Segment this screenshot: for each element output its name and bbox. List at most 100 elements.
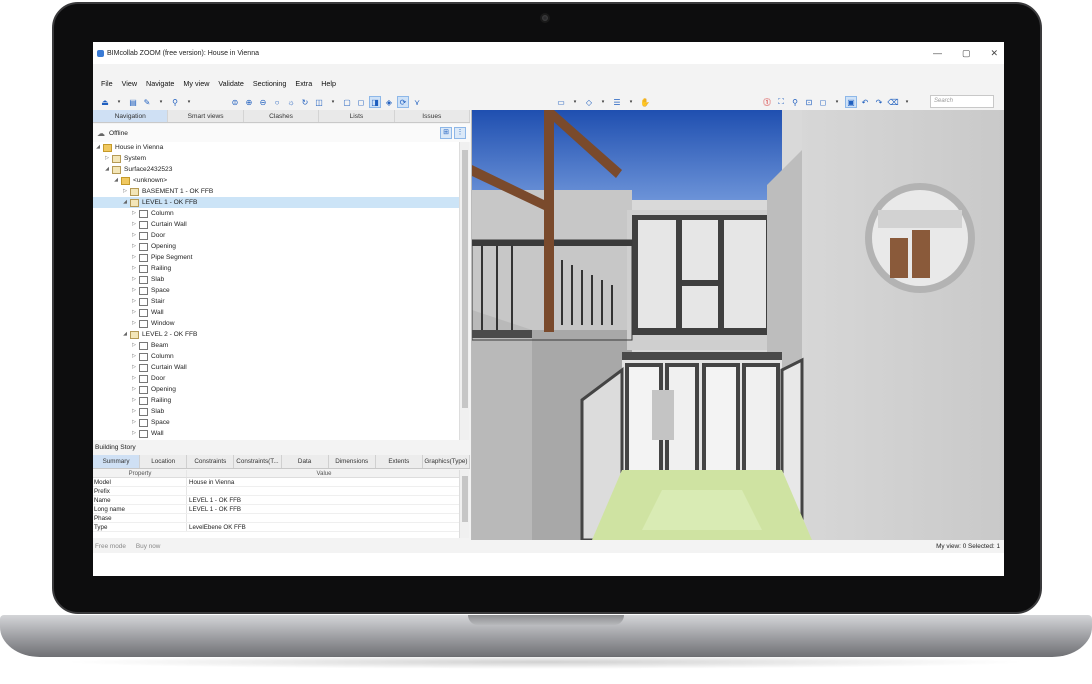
expand-arrow-icon[interactable]: ▷ bbox=[131, 373, 137, 384]
undo-icon[interactable]: ↶ bbox=[859, 96, 871, 108]
collapse-arrow-icon[interactable]: ◢ bbox=[95, 142, 101, 153]
camera-icon[interactable]: ◫ bbox=[313, 96, 325, 108]
ptab-location[interactable]: Location bbox=[140, 455, 188, 468]
tree-node[interactable]: ▷ BASEMENT 1 - OK FFB bbox=[93, 186, 459, 197]
tree-node[interactable]: ▷ Opening bbox=[93, 241, 459, 252]
collapse-arrow-icon[interactable]: ◢ bbox=[122, 329, 128, 340]
tree-node[interactable]: ▷ Curtain Wall bbox=[93, 362, 459, 373]
close-button[interactable]: ✕ bbox=[990, 48, 998, 59]
ptab-graphics-type[interactable]: Graphics(Type) bbox=[423, 455, 470, 468]
zoom-in-icon[interactable]: ⊕ bbox=[243, 96, 255, 108]
collapse-arrow-icon[interactable]: ◢ bbox=[104, 164, 110, 175]
tree-node[interactable]: ▷ Pipe Segment bbox=[93, 252, 459, 263]
fit-icon[interactable]: ⛶ bbox=[775, 96, 787, 108]
tree-node[interactable]: ▷ Railing bbox=[93, 395, 459, 406]
expand-arrow-icon[interactable]: ▷ bbox=[131, 296, 137, 307]
measure-icon[interactable]: ✎ bbox=[141, 96, 153, 108]
tree-node[interactable]: ▷ Wall bbox=[93, 307, 459, 318]
expand-arrow-icon[interactable]: ▷ bbox=[131, 406, 137, 417]
tab-issues[interactable]: Issues bbox=[395, 110, 471, 122]
tree-node[interactable]: ◢ LEVEL 1 - OK FFB bbox=[93, 197, 459, 208]
expand-arrow-icon[interactable]: ▷ bbox=[131, 230, 137, 241]
buy-now-link[interactable]: Buy now bbox=[136, 543, 161, 550]
tree-node[interactable]: ◢ <unknown> bbox=[93, 175, 459, 186]
expand-arrow-icon[interactable]: ▷ bbox=[131, 384, 137, 395]
screenshot-icon[interactable]: ▣ bbox=[845, 96, 857, 108]
ptab-constraints-type[interactable]: Constraints(T... bbox=[234, 455, 282, 468]
eraser-icon[interactable]: ⌫ bbox=[887, 96, 899, 108]
menu-navigate[interactable]: Navigate bbox=[146, 79, 174, 88]
layers-icon[interactable]: ☰ bbox=[611, 96, 623, 108]
property-row[interactable]: Phase bbox=[93, 514, 459, 523]
expand-arrow-icon[interactable]: ▷ bbox=[131, 417, 137, 428]
expand-arrow-icon[interactable]: ▷ bbox=[104, 153, 110, 164]
dropdown-arrow-icon[interactable]: ▾ bbox=[901, 96, 913, 108]
ptab-extents[interactable]: Extents bbox=[376, 455, 423, 468]
alert-icon[interactable]: ⓵ bbox=[761, 96, 773, 108]
reset-view-icon[interactable]: ↻ bbox=[299, 96, 311, 108]
line-style-icon[interactable]: ▭ bbox=[555, 96, 567, 108]
expand-arrow-icon[interactable]: ▷ bbox=[131, 274, 137, 285]
tree-node[interactable]: ▷ Curtain Wall bbox=[93, 219, 459, 230]
zoom-out-icon[interactable]: ⊖ bbox=[257, 96, 269, 108]
perspective-icon[interactable]: ◈ bbox=[383, 96, 395, 108]
list-view-icon[interactable]: ⋮ bbox=[454, 127, 466, 139]
collapse-arrow-icon[interactable]: ◢ bbox=[122, 197, 128, 208]
orbit-icon[interactable]: ○ bbox=[271, 96, 283, 108]
expand-arrow-icon[interactable]: ▷ bbox=[131, 428, 137, 439]
dropdown-arrow-icon[interactable]: ▾ bbox=[625, 96, 637, 108]
tree-view-icon[interactable]: ⊞ bbox=[440, 127, 452, 139]
expand-arrow-icon[interactable]: ▷ bbox=[131, 362, 137, 373]
ptab-data[interactable]: Data bbox=[282, 455, 329, 468]
box-icon[interactable]: ◻ bbox=[817, 96, 829, 108]
magnify-area-icon[interactable]: ⊡ bbox=[803, 96, 815, 108]
property-row[interactable]: Model House in Vienna bbox=[93, 478, 459, 487]
tree-node[interactable]: ▷ Space bbox=[93, 417, 459, 428]
tree-node[interactable]: ▷ Door bbox=[93, 373, 459, 384]
expand-arrow-icon[interactable]: ▷ bbox=[131, 395, 137, 406]
open-model-icon[interactable]: ⏏ bbox=[99, 96, 111, 108]
tree-node[interactable]: ▷ Opening bbox=[93, 384, 459, 395]
light-icon[interactable]: ☼ bbox=[285, 96, 297, 108]
dropdown-arrow-icon[interactable]: ▾ bbox=[183, 96, 195, 108]
tab-clashes[interactable]: Clashes bbox=[244, 110, 320, 122]
menu-file[interactable]: File bbox=[101, 79, 113, 88]
menu-my-view[interactable]: My view bbox=[183, 79, 209, 88]
magnify-icon[interactable]: ⚲ bbox=[789, 96, 801, 108]
tree-node[interactable]: ▷ Wall bbox=[93, 428, 459, 439]
menu-help[interactable]: Help bbox=[321, 79, 336, 88]
tree-node[interactable]: ▷ Stair bbox=[93, 296, 459, 307]
view-front-icon[interactable]: ◻ bbox=[355, 96, 367, 108]
tree-node[interactable]: ▷ Column bbox=[93, 351, 459, 362]
tree-node[interactable]: ▷ Door bbox=[93, 230, 459, 241]
expand-arrow-icon[interactable]: ▷ bbox=[131, 340, 137, 351]
property-row[interactable]: Name LEVEL 1 - OK FFB bbox=[93, 496, 459, 505]
restore-button[interactable]: ▢ bbox=[962, 48, 971, 59]
expand-arrow-icon[interactable]: ▷ bbox=[131, 318, 137, 329]
expand-arrow-icon[interactable]: ▷ bbox=[131, 351, 137, 362]
tree-node[interactable]: ▷ Beam bbox=[93, 340, 459, 351]
tree-node[interactable]: ▷ Window bbox=[93, 318, 459, 329]
tree-node[interactable]: ◢ House in Vienna bbox=[93, 142, 459, 153]
dropdown-arrow-icon[interactable]: ▾ bbox=[597, 96, 609, 108]
expand-arrow-icon[interactable]: ▷ bbox=[131, 219, 137, 230]
expand-arrow-icon[interactable]: ▷ bbox=[131, 252, 137, 263]
hand-icon[interactable]: ✋ bbox=[639, 96, 651, 108]
ptab-dimensions[interactable]: Dimensions bbox=[329, 455, 376, 468]
dropdown-arrow-icon[interactable]: ▾ bbox=[831, 96, 843, 108]
redo-icon[interactable]: ↷ bbox=[873, 96, 885, 108]
tree-node[interactable]: ◢ LEVEL 2 - OK FFB bbox=[93, 329, 459, 340]
collapse-arrow-icon[interactable]: ◢ bbox=[113, 175, 119, 186]
tab-navigation[interactable]: Navigation bbox=[93, 110, 169, 122]
expand-arrow-icon[interactable]: ▷ bbox=[131, 307, 137, 318]
expand-arrow-icon[interactable]: ▷ bbox=[131, 241, 137, 252]
properties-scrollbar[interactable] bbox=[459, 470, 469, 538]
property-row[interactable]: Type LevelEbene OK FFB bbox=[93, 523, 459, 532]
tree-node[interactable]: ◢ Surface2432523 bbox=[93, 164, 459, 175]
expand-arrow-icon[interactable]: ▷ bbox=[131, 263, 137, 274]
dropdown-arrow-icon[interactable]: ▾ bbox=[155, 96, 167, 108]
search-input[interactable]: Search bbox=[930, 95, 994, 108]
dropdown-arrow-icon[interactable]: ▾ bbox=[113, 96, 125, 108]
view-iso-icon[interactable]: ◨ bbox=[369, 96, 381, 108]
save-icon[interactable]: ▤ bbox=[127, 96, 139, 108]
